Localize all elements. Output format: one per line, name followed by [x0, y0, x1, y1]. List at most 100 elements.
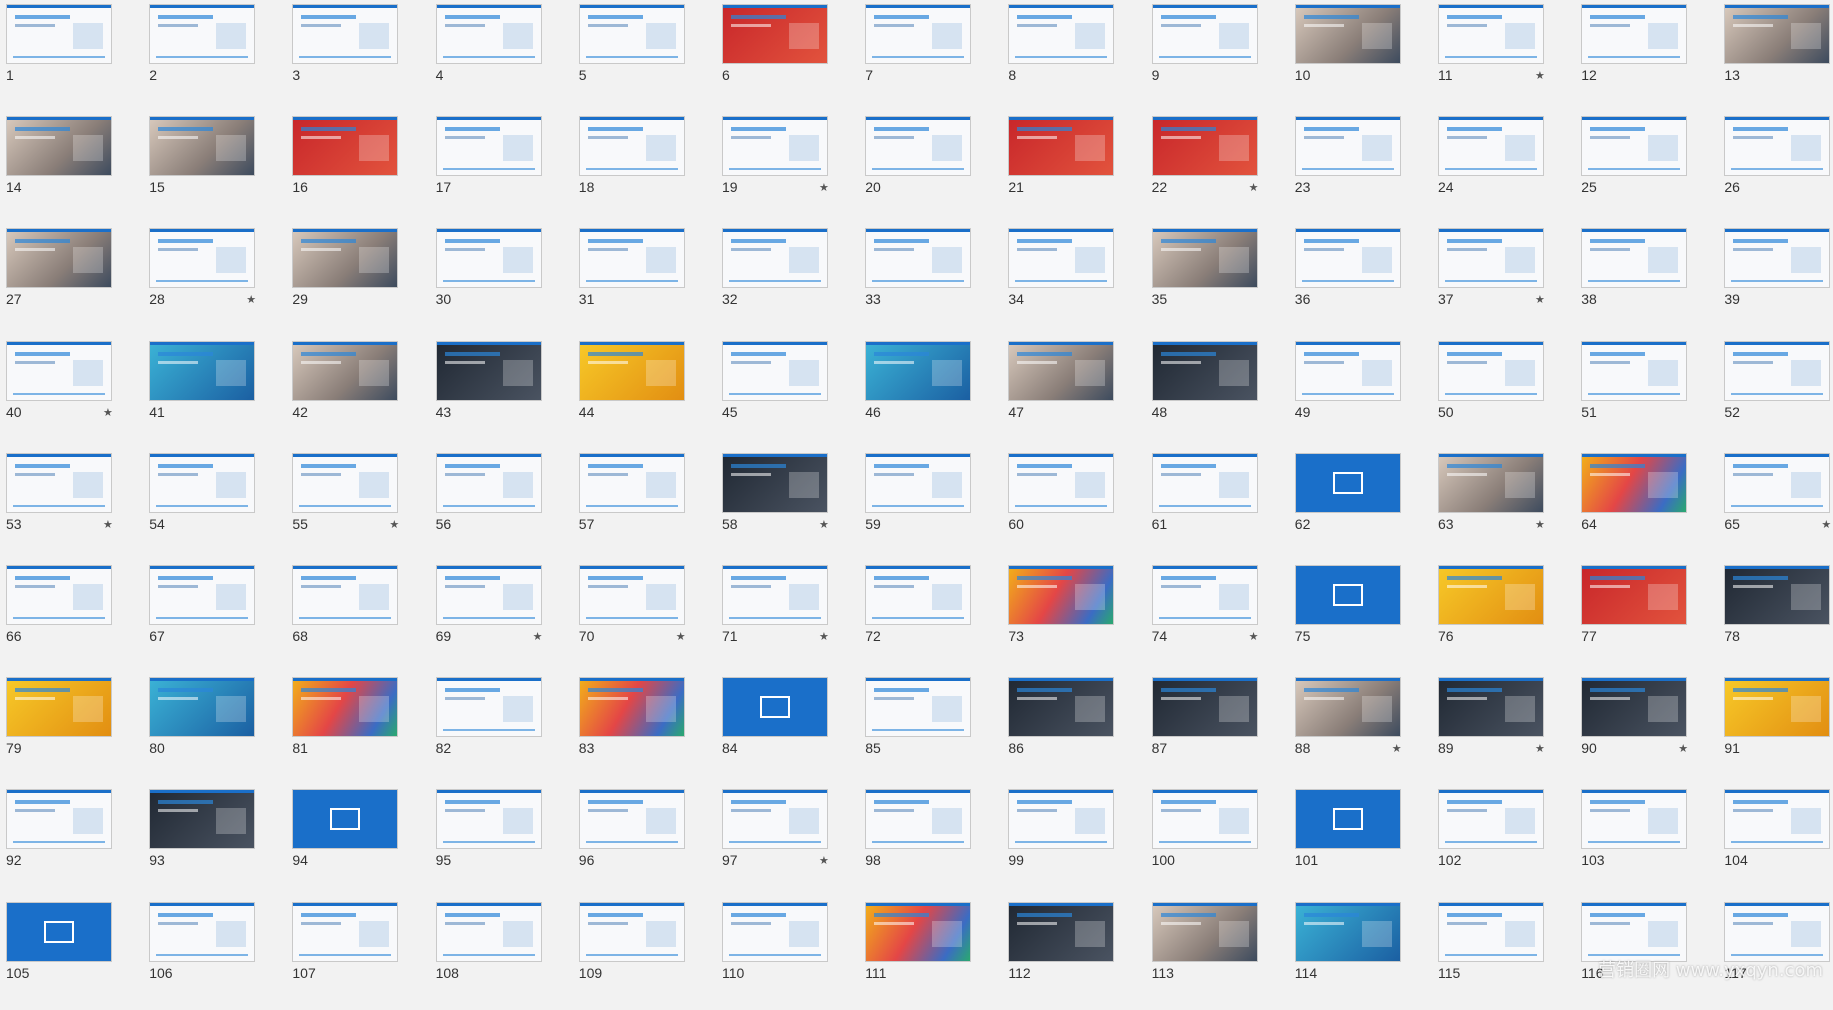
slide-cell[interactable]: 69 ★ [430, 561, 573, 673]
slide-thumbnail[interactable] [1008, 789, 1115, 850]
slide-cell[interactable]: 81 [286, 673, 429, 785]
slide-cell[interactable]: 3 [286, 0, 429, 112]
slide-cell[interactable]: 71 ★ [716, 561, 859, 673]
slide-cell[interactable]: 62 [1289, 449, 1432, 561]
slide-cell[interactable]: 97 ★ [716, 785, 859, 897]
slide-thumbnail[interactable] [1008, 340, 1115, 401]
slide-thumbnail[interactable] [578, 565, 685, 625]
slide-cell[interactable]: 31 [573, 224, 716, 336]
slide-cell[interactable]: 4 [430, 0, 573, 112]
slide-cell[interactable]: 106 [143, 898, 286, 1010]
slide-thumbnail[interactable] [1438, 901, 1544, 962]
animation-star-icon[interactable]: ★ [819, 630, 829, 643]
slide-cell[interactable]: 80 [143, 673, 286, 785]
slide-thumbnail[interactable] [292, 340, 399, 401]
slide-cell[interactable]: 63 ★ [1432, 449, 1575, 561]
slide-thumbnail[interactable] [149, 228, 256, 289]
slide-cell[interactable]: 10 [1289, 0, 1432, 112]
slide-cell[interactable]: 23 [1289, 112, 1432, 224]
slide-cell[interactable]: 107 [286, 898, 429, 1010]
slide-cell[interactable]: 18 [573, 112, 716, 224]
slide-thumbnail[interactable] [6, 452, 112, 513]
slide-thumbnail[interactable] [435, 452, 542, 513]
animation-star-icon[interactable]: ★ [103, 406, 113, 419]
slide-thumbnail[interactable] [1438, 452, 1544, 513]
slide-thumbnail[interactable] [1151, 677, 1258, 738]
slide-thumbnail[interactable] [292, 789, 399, 850]
slide-cell[interactable]: 110 [716, 898, 859, 1010]
slide-thumbnail[interactable] [1008, 901, 1115, 962]
slide-cell[interactable]: 88 ★ [1289, 673, 1432, 785]
animation-star-icon[interactable]: ★ [1678, 742, 1688, 755]
slide-thumbnail[interactable] [1724, 340, 1831, 401]
slide-thumbnail[interactable] [149, 340, 256, 401]
slide-cell[interactable]: 37 ★ [1432, 224, 1575, 336]
slide-cell[interactable]: 93 [143, 785, 286, 897]
slide-cell[interactable]: 12 [1575, 0, 1718, 112]
slide-thumbnail[interactable] [1724, 565, 1831, 625]
animation-star-icon[interactable]: ★ [389, 518, 399, 531]
slide-cell[interactable]: 85 [859, 673, 1002, 785]
slide-cell[interactable]: 56 [430, 449, 573, 561]
slide-cell[interactable]: 35 [1146, 224, 1289, 336]
slide-thumbnail[interactable] [292, 116, 399, 177]
slide-thumbnail[interactable] [578, 901, 685, 962]
slide-thumbnail[interactable] [6, 116, 112, 177]
slide-thumbnail[interactable] [865, 452, 972, 513]
slide-cell[interactable]: 33 [859, 224, 1002, 336]
slide-cell[interactable]: 13 [1718, 0, 1833, 112]
slide-thumbnail[interactable] [865, 677, 972, 738]
slide-cell[interactable]: 50 [1432, 337, 1575, 449]
slide-thumbnail[interactable] [1581, 677, 1688, 738]
slide-cell[interactable]: 28 ★ [143, 224, 286, 336]
slide-cell[interactable]: 90 ★ [1575, 673, 1718, 785]
animation-star-icon[interactable]: ★ [1535, 293, 1545, 306]
slide-thumbnail[interactable] [292, 228, 399, 289]
slide-cell[interactable]: 92 [0, 785, 143, 897]
slide-thumbnail[interactable] [149, 677, 256, 738]
slide-thumbnail[interactable] [1151, 452, 1258, 513]
slide-thumbnail[interactable] [1008, 4, 1115, 64]
slide-thumbnail[interactable] [1294, 452, 1401, 513]
slide-thumbnail[interactable] [722, 677, 828, 738]
animation-star-icon[interactable]: ★ [676, 630, 686, 643]
slide-thumbnail[interactable] [722, 452, 828, 513]
slide-thumbnail[interactable] [1724, 228, 1831, 289]
slide-thumbnail[interactable] [1581, 228, 1688, 289]
slide-cell[interactable]: 11 ★ [1432, 0, 1575, 112]
slide-thumbnail[interactable] [435, 340, 542, 401]
slide-thumbnail[interactable] [1151, 565, 1258, 625]
slide-cell[interactable]: 19 ★ [716, 112, 859, 224]
slide-thumbnail[interactable] [1294, 4, 1401, 64]
slide-thumbnail[interactable] [292, 452, 399, 513]
slide-thumbnail[interactable] [149, 452, 256, 513]
slide-cell[interactable]: 27 [0, 224, 143, 336]
slide-thumbnail[interactable] [1581, 340, 1688, 401]
slide-thumbnail[interactable] [6, 228, 112, 289]
slide-thumbnail[interactable] [435, 677, 542, 738]
slide-thumbnail[interactable] [292, 565, 399, 625]
slide-cell[interactable]: 59 [859, 449, 1002, 561]
slide-cell[interactable]: 103 [1575, 785, 1718, 897]
slide-cell[interactable]: 21 [1002, 112, 1145, 224]
slide-thumbnail[interactable] [865, 789, 972, 850]
slide-cell[interactable]: 99 [1002, 785, 1145, 897]
slide-thumbnail[interactable] [1151, 340, 1258, 401]
slide-cell[interactable]: 112 [1002, 898, 1145, 1010]
slide-cell[interactable]: 25 [1575, 112, 1718, 224]
slide-cell[interactable]: 45 [716, 337, 859, 449]
slide-cell[interactable]: 109 [573, 898, 716, 1010]
slide-thumbnail[interactable] [435, 789, 542, 850]
animation-star-icon[interactable]: ★ [1392, 742, 1402, 755]
slide-cell[interactable]: 38 [1575, 224, 1718, 336]
slide-thumbnail[interactable] [435, 565, 542, 625]
slide-thumbnail[interactable] [722, 228, 828, 289]
slide-cell[interactable]: 96 [573, 785, 716, 897]
slide-thumbnail[interactable] [1724, 4, 1831, 64]
slide-thumbnail[interactable] [292, 4, 399, 64]
slide-cell[interactable]: 58 ★ [716, 449, 859, 561]
slide-cell[interactable]: 117 [1718, 898, 1833, 1010]
slide-cell[interactable]: 65 ★ [1718, 449, 1833, 561]
slide-thumbnail[interactable] [865, 116, 972, 177]
slide-thumbnail[interactable] [435, 116, 542, 177]
